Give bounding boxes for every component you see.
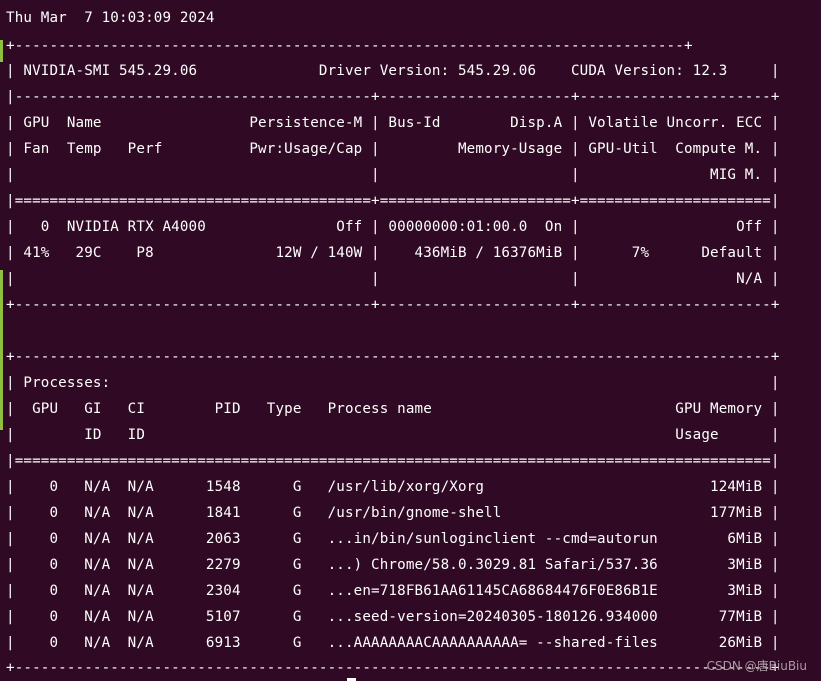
- terminal-line-process-2304: | 0 N/A N/A 2304 G ...en=718FB61AA61145C…: [6, 583, 780, 599]
- terminal-line-proc-header-2: | ID ID Usage |: [6, 427, 780, 443]
- window-edge-highlight: [0, 40, 3, 62]
- terminal-line-process-2279: | 0 N/A N/A 2279 G ...) Chrome/58.0.3029…: [6, 557, 780, 573]
- terminal-line-process-6913: | 0 N/A N/A 6913 G ...AAAAAAAACAAAAAAAAA…: [6, 635, 780, 651]
- terminal-line-gpu-row-2: | 41% 29C P8 12W / 140W | 436MiB / 16376…: [6, 245, 780, 261]
- watermark: CSDN @唐BiuBiu: [706, 659, 807, 673]
- terminal-line-proc-border-top: +---------------------------------------…: [6, 349, 780, 365]
- terminal-line-border-top: +---------------------------------------…: [6, 38, 693, 54]
- terminal-line-process-1548: | 0 N/A N/A 1548 G /usr/lib/xorg/Xorg 12…: [6, 479, 780, 495]
- terminal-line-header-1: | GPU Name Persistence-M | Bus-Id Disp.A…: [6, 115, 780, 131]
- terminal-line-process-2063: | 0 N/A N/A 2063 G ...in/bin/sunlogincli…: [6, 531, 780, 547]
- terminal-line-header-2: | Fan Temp Perf Pwr:Usage/Cap | Memory-U…: [6, 141, 780, 157]
- terminal-line-double-rule: |=======================================…: [6, 193, 780, 209]
- terminal-line-separator: |---------------------------------------…: [6, 89, 780, 105]
- terminal-line-versions: | NVIDIA-SMI 545.29.06 Driver Version: 5…: [6, 63, 780, 79]
- terminal-line-processes-title: | Processes: |: [6, 375, 780, 391]
- terminal-line-proc-double-rule: |=======================================…: [6, 453, 780, 469]
- terminal-output[interactable]: Thu Mar 7 10:03:09 2024 +---------------…: [6, 0, 821, 681]
- terminal-line-gpu-row-1: | 0 NVIDIA RTX A4000 Off | 00000000:01:0…: [6, 219, 780, 235]
- terminal-line-process-5107: | 0 N/A N/A 5107 G ...seed-version=20240…: [6, 609, 780, 625]
- window-edge-highlight-lower: [0, 270, 3, 430]
- terminal-line-header-3: | | | MIG M. |: [6, 167, 780, 183]
- terminal-line-process-1841: | 0 N/A N/A 1841 G /usr/bin/gnome-shell …: [6, 505, 780, 521]
- terminal-line-proc-header-1: | GPU GI CI PID Type Process name GPU Me…: [6, 401, 780, 417]
- terminal-line-proc-border-end: +---------------------------------------…: [6, 660, 780, 676]
- terminal-line-gpu-border-end: +---------------------------------------…: [6, 297, 780, 313]
- terminal-line-datetime: Thu Mar 7 10:03:09 2024: [6, 10, 215, 26]
- terminal-line-gpu-row-3: | | | N/A |: [6, 271, 780, 287]
